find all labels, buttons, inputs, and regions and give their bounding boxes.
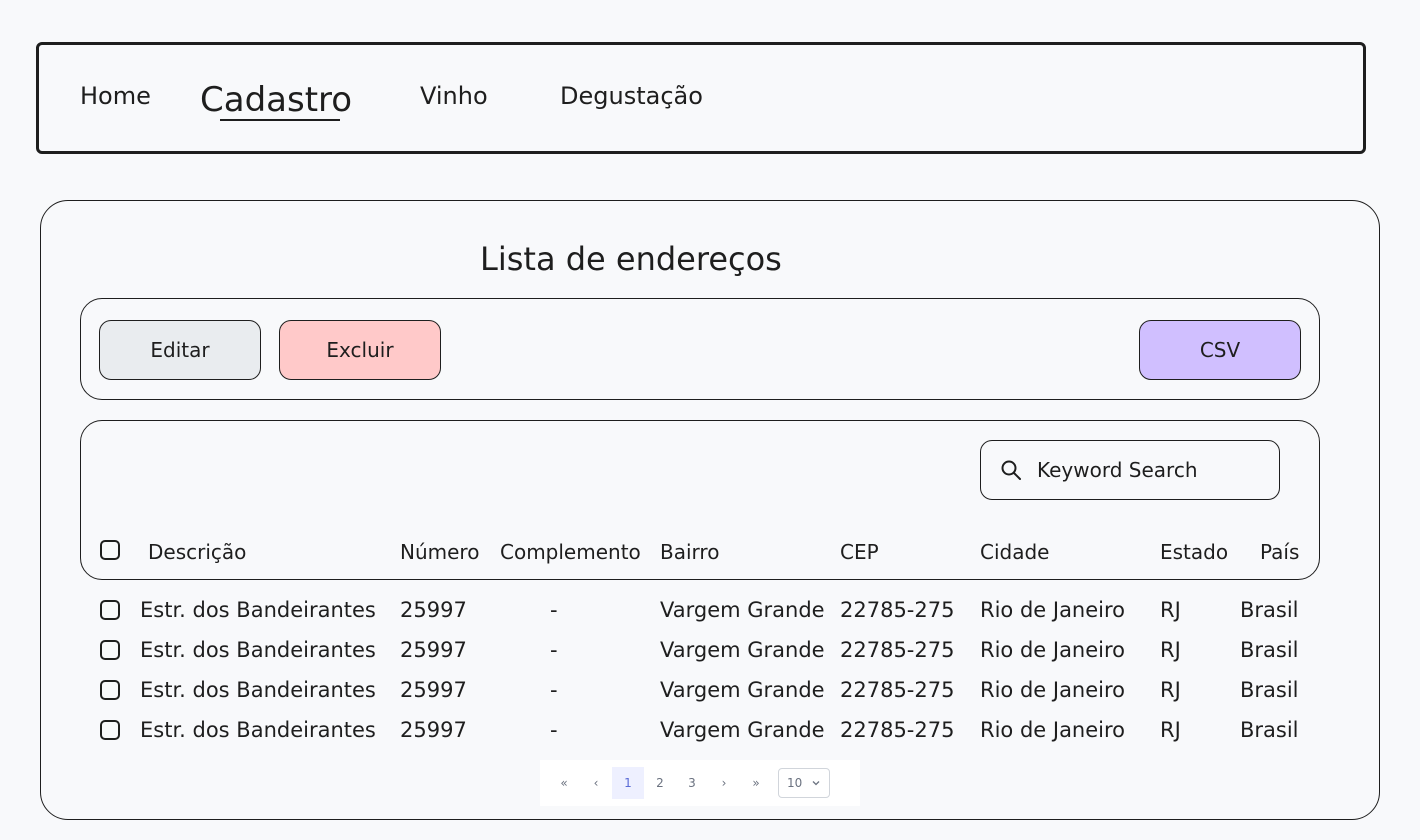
row-checkbox[interactable] — [100, 640, 120, 660]
cell-cidade: Rio de Janeiro — [980, 598, 1126, 622]
nav-item-cadastro[interactable]: Cadastro — [200, 80, 352, 120]
cell-cidade: Rio de Janeiro — [980, 678, 1126, 702]
cell-cep: 22785-275 — [840, 718, 955, 742]
column-header-estado[interactable]: Estado — [1160, 540, 1228, 564]
cell-bairro: Vargem Grande — [660, 718, 825, 742]
action-toolbar — [80, 298, 1320, 400]
cell-cep: 22785-275 — [840, 598, 955, 622]
cell-numero: 25997 — [400, 678, 467, 702]
search-input[interactable]: Keyword Search — [980, 440, 1280, 500]
cell-bairro: Vargem Grande — [660, 638, 825, 662]
cell-descricao: Estr. dos Bandeirantes — [140, 718, 376, 742]
first-page-button[interactable]: « — [548, 767, 580, 799]
page-button-1[interactable]: 1 — [612, 767, 644, 799]
page-button-3[interactable]: 3 — [676, 767, 708, 799]
cell-cep: 22785-275 — [840, 678, 955, 702]
column-header-cep[interactable]: CEP — [840, 540, 879, 564]
csv-export-button[interactable]: CSV — [1139, 320, 1301, 380]
cell-estado: RJ — [1160, 718, 1181, 742]
page-button-2[interactable]: 2 — [644, 767, 676, 799]
last-page-button[interactable]: » — [740, 767, 772, 799]
active-nav-underline — [220, 119, 340, 121]
cell-cep: 22785-275 — [840, 638, 955, 662]
cell-numero: 25997 — [400, 638, 467, 662]
edit-button[interactable]: Editar — [99, 320, 261, 380]
column-header-bairro[interactable]: Bairro — [660, 540, 719, 564]
column-header-numero[interactable]: Número — [400, 540, 479, 564]
cell-complemento: - — [550, 638, 558, 662]
cell-complemento: - — [550, 678, 558, 702]
search-icon — [1001, 460, 1021, 480]
cell-descricao: Estr. dos Bandeirantes — [140, 638, 376, 662]
cell-estado: RJ — [1160, 678, 1181, 702]
delete-button[interactable]: Excluir — [279, 320, 441, 380]
cell-descricao: Estr. dos Bandeirantes — [140, 598, 376, 622]
select-all-checkbox[interactable] — [100, 540, 120, 560]
chevron-down-icon — [812, 781, 820, 786]
search-placeholder: Keyword Search — [1037, 458, 1198, 482]
cell-numero: 25997 — [400, 598, 467, 622]
cell-complemento: - — [550, 718, 558, 742]
prev-page-button[interactable]: ‹ — [580, 767, 612, 799]
page-title: Lista de endereços — [480, 240, 782, 278]
cell-complemento: - — [550, 598, 558, 622]
page-size-select[interactable]: 10 — [778, 768, 830, 798]
row-checkbox[interactable] — [100, 600, 120, 620]
nav-item-home[interactable]: Home — [80, 82, 151, 110]
cell-estado: RJ — [1160, 598, 1181, 622]
column-header-descricao[interactable]: Descrição — [148, 540, 246, 564]
page-size-value: 10 — [787, 776, 803, 790]
cell-bairro: Vargem Grande — [660, 678, 825, 702]
row-checkbox[interactable] — [100, 720, 120, 740]
column-header-cidade[interactable]: Cidade — [980, 540, 1049, 564]
nav-item-vinho[interactable]: Vinho — [420, 82, 488, 110]
nav-item-degustacao[interactable]: Degustação — [560, 82, 703, 110]
pagination: « ‹ 1 2 3 › » 10 — [540, 760, 860, 806]
next-page-button[interactable]: › — [708, 767, 740, 799]
cell-pais: Brasil — [1240, 678, 1299, 702]
row-checkbox[interactable] — [100, 680, 120, 700]
cell-estado: RJ — [1160, 638, 1181, 662]
column-header-pais[interactable]: País — [1260, 540, 1299, 564]
cell-pais: Brasil — [1240, 718, 1299, 742]
cell-cidade: Rio de Janeiro — [980, 638, 1126, 662]
column-header-complemento[interactable]: Complemento — [500, 540, 641, 564]
cell-pais: Brasil — [1240, 638, 1299, 662]
cell-bairro: Vargem Grande — [660, 598, 825, 622]
cell-numero: 25997 — [400, 718, 467, 742]
cell-pais: Brasil — [1240, 598, 1299, 622]
cell-cidade: Rio de Janeiro — [980, 718, 1126, 742]
cell-descricao: Estr. dos Bandeirantes — [140, 678, 376, 702]
